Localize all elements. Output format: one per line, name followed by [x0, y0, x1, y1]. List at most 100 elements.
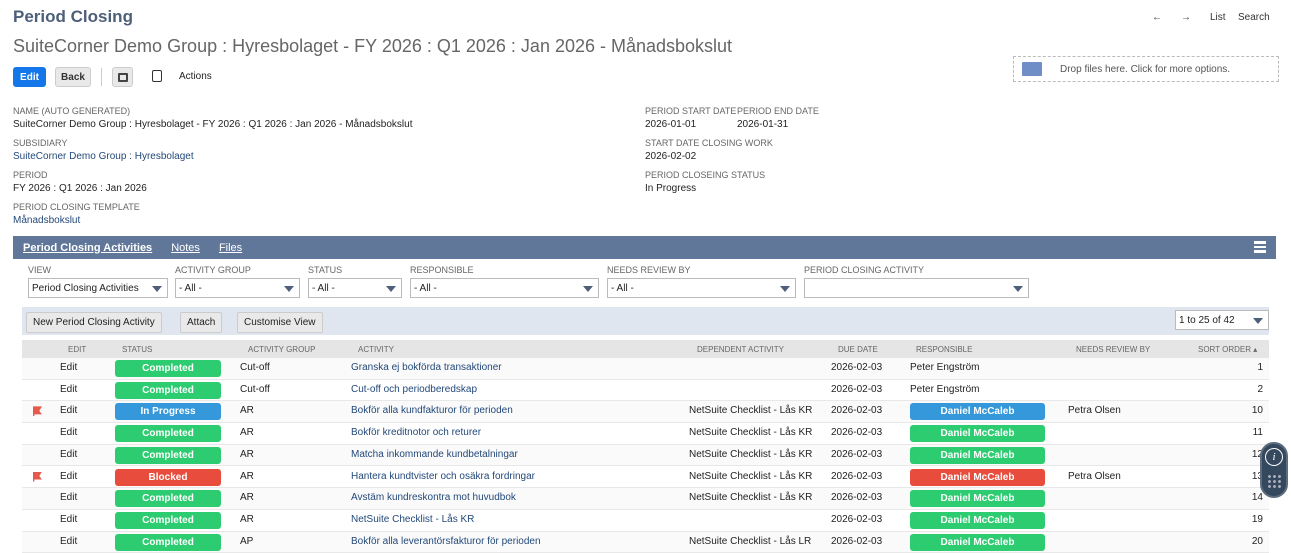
- activity-group: AR: [240, 492, 254, 504]
- status-badge: In Progress: [115, 403, 221, 421]
- dependent-activity: NetSuite Checklist - Lås KR: [689, 405, 813, 417]
- file-dropzone[interactable]: Drop files here. Click for more options.: [1013, 56, 1279, 82]
- activity-link[interactable]: Bokför alla leverantörsfakturor för peri…: [351, 536, 541, 547]
- tab-notes[interactable]: Notes: [171, 242, 200, 254]
- column-dependent-activity[interactable]: DEPENDENT ACTIVITY: [697, 345, 784, 354]
- activity-link[interactable]: Granska ej bokförda transaktioner: [351, 362, 502, 373]
- table-row: Edit Completed AR Bokför kreditnotor och re…: [22, 423, 1269, 445]
- actions-menu[interactable]: Actions: [179, 71, 212, 82]
- previous-arrow-icon[interactable]: ←: [1152, 12, 1162, 23]
- needs-review-select[interactable]: - All -: [607, 278, 796, 298]
- edit-link[interactable]: Edit: [60, 384, 77, 395]
- info-icon[interactable]: i: [1265, 448, 1283, 466]
- activity-link[interactable]: Hantera kundtvister och osäkra fordringa…: [351, 471, 535, 482]
- activity-group-select[interactable]: - All -: [175, 278, 300, 298]
- table-row: Edit Completed Cut-off Cut-off och periodbe…: [22, 380, 1269, 402]
- menu-icon[interactable]: [1254, 241, 1266, 253]
- add-document-icon[interactable]: [152, 70, 162, 82]
- subsidiary-link[interactable]: SuiteCorner Demo Group : Hyresbolaget: [13, 151, 194, 162]
- template-link[interactable]: Månadsbokslut: [13, 215, 140, 226]
- edit-link[interactable]: Edit: [60, 471, 77, 482]
- activity-link[interactable]: Avstäm kundreskontra mot huvudbok: [351, 492, 516, 503]
- divider: [101, 68, 102, 86]
- select-value: - All -: [312, 282, 335, 294]
- list-link[interactable]: List: [1210, 12, 1226, 23]
- column-due-date[interactable]: DUE DATE: [838, 345, 878, 354]
- table-row: Edit Completed AR Avstäm kundreskontra mot …: [22, 488, 1269, 510]
- edit-link[interactable]: Edit: [60, 492, 77, 503]
- new-activity-button[interactable]: New Period Closing Activity: [26, 312, 162, 333]
- pager-select[interactable]: 1 to 25 of 42: [1175, 310, 1269, 330]
- field-value: In Progress: [645, 183, 697, 194]
- field-label: PERIOD END DATE: [737, 106, 819, 116]
- sort-order: 20: [1251, 535, 1263, 547]
- column-status[interactable]: STATUS: [122, 345, 152, 354]
- due-date: 2026-02-03: [831, 448, 883, 460]
- table-row: Edit Completed Cut-off Granska ej bokförda …: [22, 358, 1269, 380]
- column-needs-review-by[interactable]: NEEDS REVIEW BY: [1076, 345, 1150, 354]
- field-value: 2026-01-31: [737, 119, 789, 130]
- activity-link[interactable]: Cut-off och periodberedskap: [351, 384, 477, 395]
- search-link[interactable]: Search: [1238, 12, 1270, 23]
- responsible-badge: Daniel McCaleb: [910, 425, 1045, 443]
- dropdown-arrow-icon: [583, 286, 593, 292]
- view-select[interactable]: Period Closing Activities: [28, 278, 168, 298]
- responsible-badge: Daniel McCaleb: [910, 533, 1045, 551]
- field-label: PERIOD CLOSEING STATUS: [645, 170, 766, 180]
- activity-link[interactable]: Matcha inkommande kundbetalningar: [351, 449, 518, 460]
- activity-link[interactable]: Bokför alla kundfakturor för perioden: [351, 405, 513, 416]
- edit-link[interactable]: Edit: [60, 427, 77, 438]
- table-row: Edit In Progress AR Bokför alla kundfakturo…: [22, 401, 1269, 424]
- field-label: START DATE CLOSING WORK: [645, 138, 773, 148]
- edit-link[interactable]: Edit: [60, 362, 77, 373]
- column-responsible[interactable]: RESPONSIBLE: [916, 345, 972, 354]
- tab-files[interactable]: Files: [219, 242, 242, 254]
- activity-link[interactable]: Bokför kreditnotor och returer: [351, 427, 481, 438]
- edit-link[interactable]: Edit: [60, 405, 77, 416]
- due-date: 2026-02-03: [831, 362, 883, 373]
- dependent-activity: NetSuite Checklist - Lås LR: [689, 535, 812, 547]
- dropdown-arrow-icon: [1013, 286, 1023, 292]
- due-date: 2026-02-03: [831, 492, 883, 504]
- edit-link[interactable]: Edit: [60, 536, 77, 547]
- column-activity[interactable]: ACTIVITY: [358, 345, 394, 354]
- print-button[interactable]: [112, 67, 133, 87]
- customise-view-button[interactable]: Customise View: [237, 312, 323, 333]
- activity-link[interactable]: NetSuite Checklist - Lås KR: [351, 514, 474, 525]
- table-row: Edit Completed AP Bokför alla leverantörsfa…: [22, 531, 1269, 553]
- grip-icon[interactable]: [1267, 474, 1281, 490]
- tab-period-closing-activities[interactable]: Period Closing Activities: [23, 242, 152, 254]
- field-label: PERIOD CLOSING TEMPLATE: [13, 202, 140, 212]
- filter-label: STATUS: [308, 265, 343, 275]
- filter-activity-group: ACTIVITY GROUP - All -: [175, 265, 300, 298]
- responsible-select[interactable]: - All -: [410, 278, 599, 298]
- status-badge: Completed: [115, 425, 221, 443]
- column-activity-group[interactable]: ACTIVITY GROUP: [248, 345, 315, 354]
- column-sort-order[interactable]: SORT ORDER ▴: [1198, 345, 1257, 354]
- due-date: 2026-02-03: [831, 427, 883, 439]
- back-button[interactable]: Back: [55, 67, 91, 87]
- due-date: 2026-02-03: [831, 513, 883, 525]
- responsible-badge: Daniel McCaleb: [910, 403, 1045, 421]
- field-value: 2026-02-02: [645, 151, 697, 162]
- dependent-activity: NetSuite Checklist - Lås KR: [689, 427, 813, 439]
- edit-link[interactable]: Edit: [60, 449, 77, 460]
- next-arrow-icon[interactable]: →: [1181, 12, 1191, 23]
- due-date: 2026-02-03: [831, 405, 883, 417]
- sort-order: 2: [1257, 383, 1263, 395]
- status-select[interactable]: - All -: [308, 278, 402, 298]
- field-label: PERIOD START DATE: [645, 106, 737, 116]
- needs-review-by: Petra Olsen: [1068, 470, 1121, 482]
- attach-button[interactable]: Attach: [180, 312, 223, 333]
- table-header: EDIT STATUS ACTIVITY GROUP ACTIVITY DEPE…: [22, 340, 1269, 358]
- status-badge: Completed: [115, 490, 221, 508]
- period-closing-activity-select[interactable]: [804, 278, 1029, 298]
- help-widget[interactable]: i: [1260, 442, 1288, 498]
- activity-group: Cut-off: [240, 383, 270, 395]
- select-value: - All -: [414, 282, 437, 294]
- edit-button[interactable]: Edit: [13, 67, 46, 87]
- dependent-activity: NetSuite Checklist - Lås KR: [689, 448, 813, 460]
- dropdown-arrow-icon: [1253, 318, 1263, 324]
- activity-group: AP: [240, 535, 254, 547]
- edit-link[interactable]: Edit: [60, 514, 77, 525]
